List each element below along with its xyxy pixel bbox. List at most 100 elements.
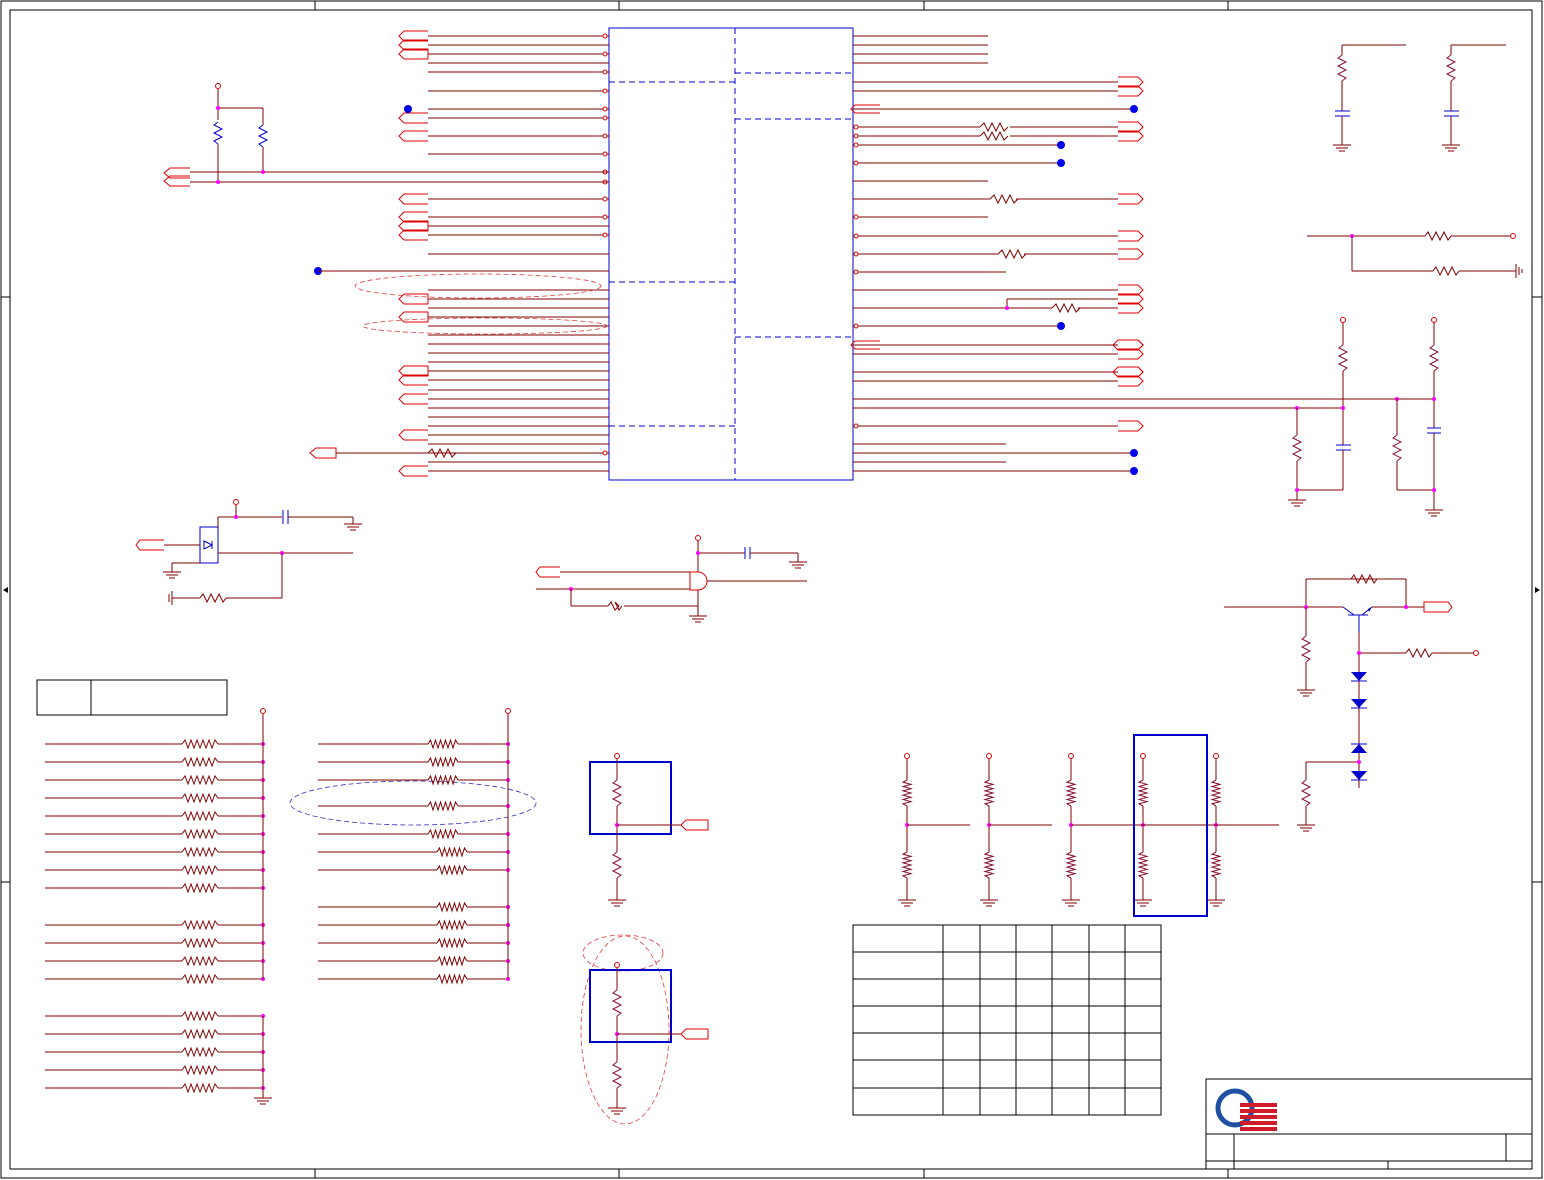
resistor <box>181 846 219 858</box>
resistor <box>436 864 468 876</box>
buffer-gate <box>135 499 362 605</box>
resistor <box>436 919 468 931</box>
resistor <box>1065 779 1077 807</box>
pullup-pair-top-left <box>163 83 609 187</box>
power-pin <box>1140 753 1146 759</box>
resistor <box>181 792 219 804</box>
pin-marker <box>853 233 859 239</box>
resistor <box>1137 779 1149 807</box>
resistor <box>436 846 468 858</box>
resistor <box>181 1064 219 1076</box>
resistor <box>436 901 468 913</box>
highlighted-divider-2 <box>589 962 709 1115</box>
resistor <box>181 810 219 822</box>
resistor <box>436 955 468 967</box>
resistor <box>1065 851 1077 879</box>
resistor <box>181 1082 219 1094</box>
main-ic <box>608 27 854 481</box>
pin-marker <box>853 124 859 130</box>
legend-box <box>36 679 228 716</box>
power-pin <box>986 753 992 759</box>
resistor <box>436 973 468 985</box>
pin-marker <box>602 115 608 121</box>
offpage-connector <box>1118 193 1144 205</box>
right-rc-network <box>853 317 1443 517</box>
pin-marker <box>602 69 608 75</box>
annotation-ellipse <box>580 935 670 1125</box>
resistor <box>983 779 995 807</box>
resistor <box>181 828 219 840</box>
resistor <box>181 774 219 786</box>
pin-marker <box>853 423 859 429</box>
offpage-connector <box>398 393 428 405</box>
resistor <box>983 851 995 879</box>
rc-filter-pair <box>1333 44 1506 152</box>
strap-dividers <box>898 753 1279 907</box>
resistor <box>1210 779 1222 807</box>
offpage-connector <box>398 293 429 305</box>
ic-right-pins <box>850 35 1144 472</box>
pin-marker <box>602 214 608 220</box>
pin-marker <box>853 214 859 220</box>
resistor-banks <box>45 708 511 1105</box>
resistor <box>181 882 219 894</box>
resistor <box>181 1010 219 1022</box>
resistor <box>181 738 219 750</box>
highlighted-divider-1 <box>589 753 709 907</box>
and-gate <box>535 535 807 623</box>
resistor <box>427 828 459 840</box>
transistor-led-network <box>1224 573 1479 832</box>
pin-marker <box>853 251 859 257</box>
resistor <box>901 851 913 879</box>
resistor <box>427 756 459 768</box>
pin-marker <box>602 151 608 157</box>
offpage-connector <box>398 130 428 142</box>
pin-marker <box>602 88 608 94</box>
offpage-connector <box>398 193 428 205</box>
offpage-connector <box>309 447 337 459</box>
power-pin <box>1068 753 1074 759</box>
resistor <box>181 1046 219 1058</box>
offpage-connector <box>1118 420 1144 432</box>
offpage-connector <box>398 311 429 323</box>
resistor <box>181 973 219 985</box>
pin-marker <box>602 133 608 139</box>
left-offpage-connectors <box>309 30 429 477</box>
power-pin <box>904 753 910 759</box>
right-divider-network <box>1307 230 1523 278</box>
pin-marker <box>602 106 608 112</box>
resistor <box>901 779 913 807</box>
offpage-connector <box>398 429 428 441</box>
offpage-connector <box>1118 230 1144 242</box>
resistor <box>427 738 459 750</box>
resistor <box>436 937 468 949</box>
annotation-ellipse <box>289 780 537 826</box>
pin-marker <box>602 450 608 456</box>
resistor <box>181 937 219 949</box>
table-border <box>852 924 1162 1116</box>
annotation-ellipse <box>582 934 664 972</box>
pin-marker <box>853 133 859 139</box>
option-table <box>852 924 1162 1116</box>
schematic-sheet <box>0 0 1543 1179</box>
offpage-connector <box>398 112 428 124</box>
pin-marker <box>853 269 859 275</box>
resistor <box>1210 851 1222 879</box>
title-block <box>1205 1078 1533 1170</box>
pin-marker <box>602 196 608 202</box>
resistor <box>181 955 219 967</box>
power-pin <box>505 708 511 714</box>
offpage-connector <box>398 465 428 477</box>
resistor <box>427 800 459 812</box>
offpage-connector <box>1118 248 1144 260</box>
ic-left-pins <box>428 33 609 472</box>
pin-marker <box>853 160 859 166</box>
pin-marker <box>602 33 608 39</box>
company-logo <box>1215 1088 1277 1131</box>
power-pin <box>260 708 266 714</box>
pin-marker <box>853 142 859 148</box>
resistor <box>181 756 219 768</box>
pin-marker <box>853 323 859 329</box>
power-pin <box>1213 753 1219 759</box>
resistor <box>181 919 219 931</box>
